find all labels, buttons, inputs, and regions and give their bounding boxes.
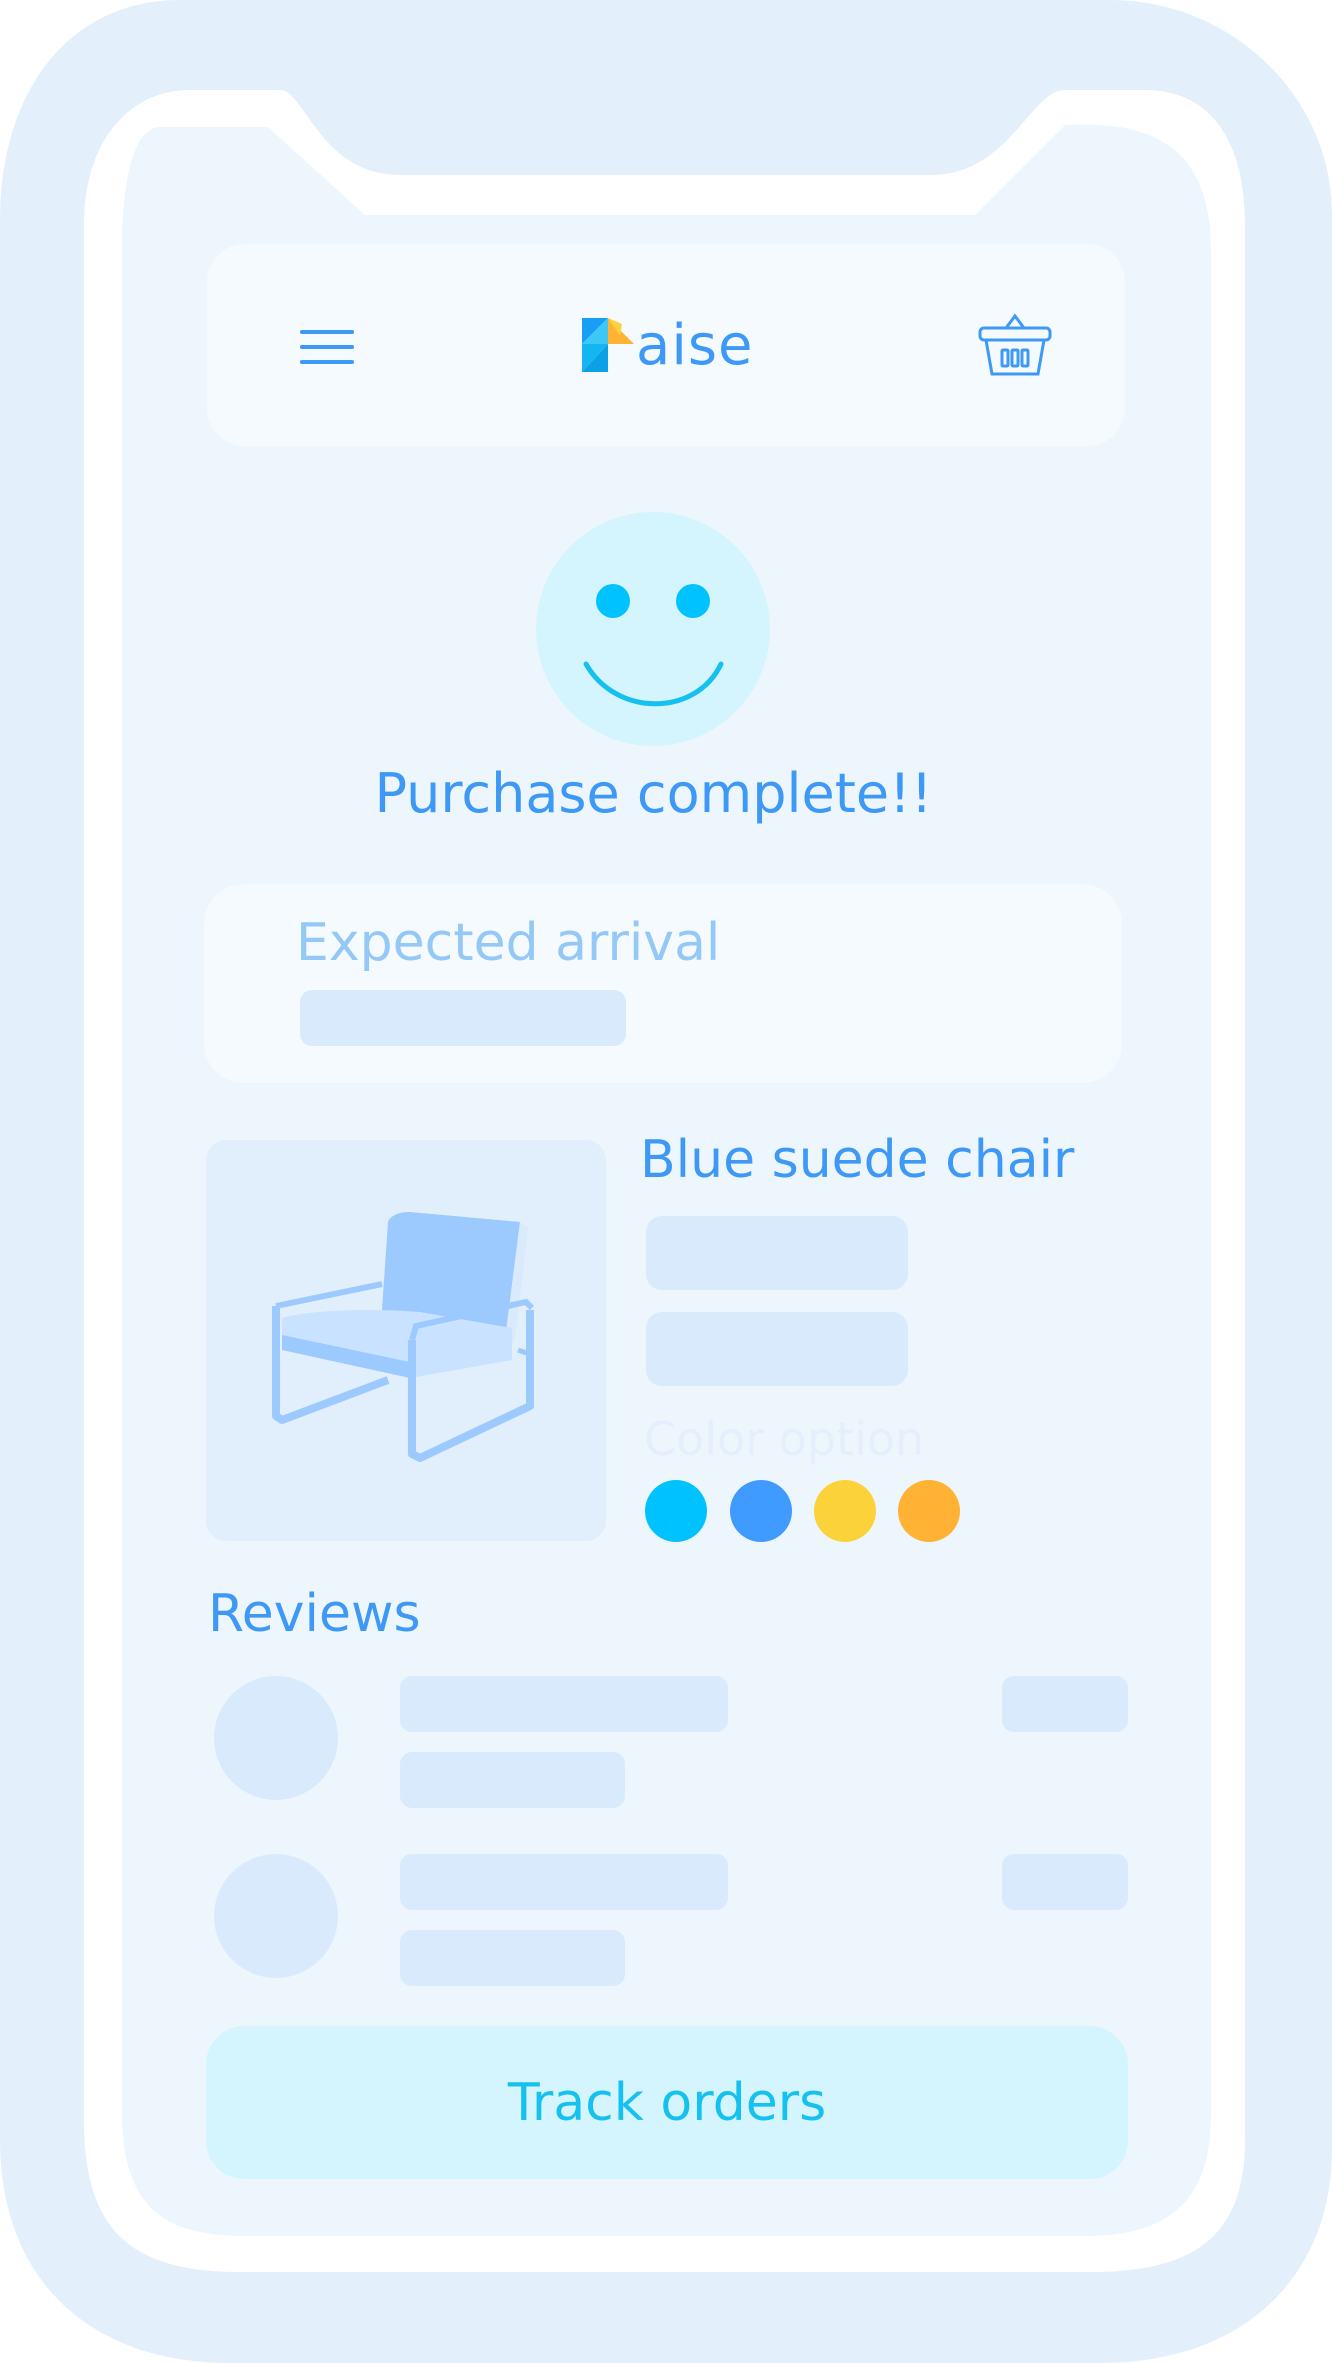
product-detail-placeholder [646, 1216, 908, 1290]
color-swatch-yellow[interactable] [814, 1480, 876, 1542]
brand-name: aise [636, 313, 754, 378]
reviews-title: Reviews [208, 1584, 421, 1644]
paise-logo-icon [582, 318, 634, 372]
review-text-placeholder [400, 1854, 728, 1910]
review-text-placeholder [400, 1930, 625, 1986]
expected-arrival-label: Expected arrival [296, 913, 721, 973]
review-text-placeholder [400, 1752, 625, 1808]
smiley-face-icon [536, 512, 770, 746]
arrival-date-placeholder [300, 990, 626, 1046]
review-text-placeholder [400, 1676, 728, 1732]
color-swatch-cyan[interactable] [645, 1480, 707, 1542]
purchase-complete-title: Purchase complete!! [374, 762, 933, 825]
track-orders-button[interactable]: Track orders [206, 2026, 1128, 2179]
product-detail-placeholder [646, 1312, 908, 1386]
armchair-illustration [272, 1212, 535, 1462]
shopping-basket-icon[interactable] [978, 312, 1052, 378]
color-swatch-orange[interactable] [898, 1480, 960, 1542]
review-rating-placeholder [1002, 1854, 1128, 1910]
product-name: Blue suede chair [640, 1130, 1075, 1190]
color-swatch-blue[interactable] [730, 1480, 792, 1542]
review-avatar [214, 1676, 338, 1800]
review-rating-placeholder [1002, 1676, 1128, 1732]
hamburger-menu-icon[interactable] [300, 330, 354, 364]
track-orders-label: Track orders [507, 2072, 827, 2133]
review-avatar [214, 1854, 338, 1978]
color-option-label: Color option [644, 1412, 925, 1466]
